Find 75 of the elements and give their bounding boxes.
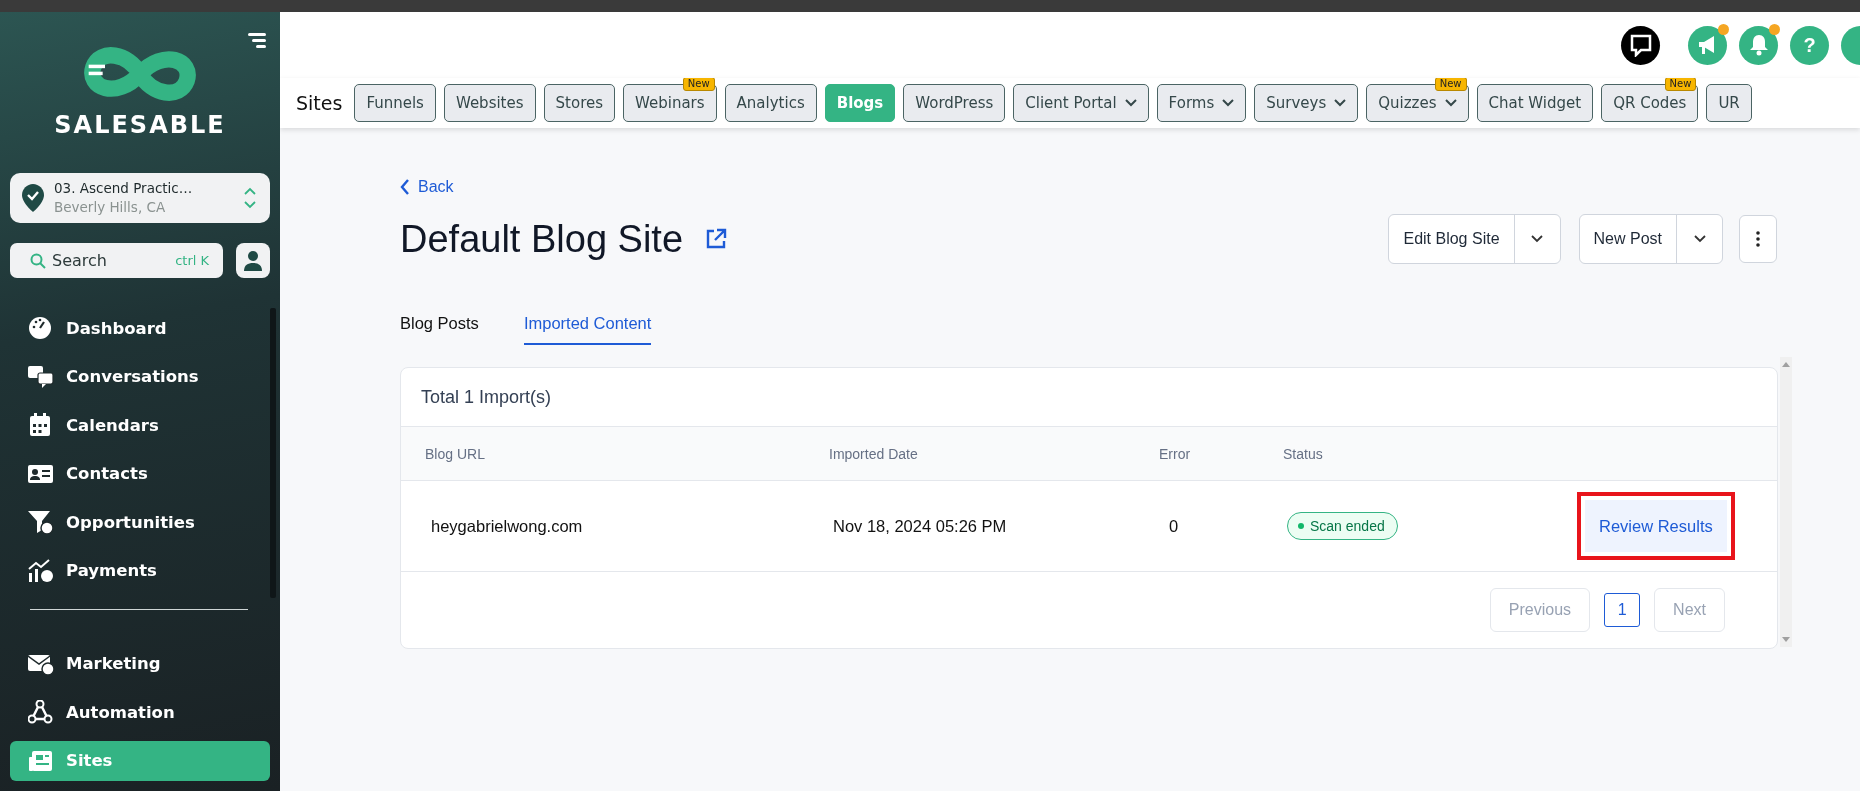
- sidebar-item[interactable]: Opportunities: [10, 502, 270, 542]
- shortcut-hint: ctrl K: [175, 253, 209, 268]
- menu-icon[interactable]: [248, 33, 266, 49]
- content-tab[interactable]: Blog Posts: [400, 314, 479, 345]
- automation-icon: [28, 700, 54, 724]
- nav-tab[interactable]: Websites: [443, 84, 536, 122]
- profile-button[interactable]: [236, 243, 270, 278]
- chevron-down-icon: [1531, 235, 1544, 243]
- new-badge: New: [1664, 78, 1697, 91]
- scroll-down-icon[interactable]: [1782, 637, 1790, 643]
- sidebar-item[interactable]: Automation: [10, 692, 270, 732]
- nav-tab[interactable]: UR: [1706, 84, 1752, 122]
- dashboard-icon: [28, 316, 54, 340]
- chat-icon: [28, 364, 54, 389]
- new-badge: New: [682, 78, 715, 91]
- chevron-updown-icon: [244, 187, 256, 209]
- location-switcher[interactable]: 03. Ascend Practic… Beverly Hills, CA: [10, 173, 270, 223]
- sidebar-item[interactable]: Dashboard: [10, 308, 270, 348]
- sidebar-item[interactable]: Marketing: [10, 643, 270, 684]
- chevron-down-icon: [1444, 99, 1457, 107]
- nav-tab[interactable]: Stores: [543, 84, 616, 122]
- location-pin-icon: [22, 184, 44, 212]
- nav-tab[interactable]: Surveys: [1254, 84, 1359, 122]
- column-header: Blog URL: [424, 445, 486, 462]
- more-button[interactable]: [1739, 215, 1777, 263]
- chevron-down-icon: [1693, 235, 1706, 243]
- table-cell-text: 0: [1168, 516, 1180, 536]
- person-icon: [244, 250, 262, 271]
- sidebar-item[interactable]: Conversations: [10, 356, 270, 397]
- scroll-up-icon[interactable]: [1782, 361, 1790, 367]
- nav-tab[interactable]: Forms: [1156, 84, 1247, 122]
- table-cell-text: Nov 18, 2024 05:26 PM: [832, 516, 1008, 536]
- external-link-icon[interactable]: [705, 228, 728, 250]
- bell-button[interactable]: [1739, 25, 1778, 65]
- review-results-button[interactable]: Review Results: [1585, 500, 1727, 552]
- more-icon: [1756, 231, 1760, 247]
- column-header: Imported Date: [829, 445, 919, 462]
- sites-icon: [28, 748, 54, 773]
- chat-button[interactable]: [1621, 25, 1660, 65]
- chevron-left-icon: [400, 179, 410, 195]
- column-header: Status: [1283, 445, 1324, 462]
- chat-bubble-icon: [1628, 33, 1653, 57]
- chevron-down-icon: [1334, 99, 1347, 107]
- action-button[interactable]: New Post: [1579, 215, 1676, 263]
- sidebar-item[interactable]: Contacts: [10, 453, 270, 494]
- status-badge: Scan ended: [1287, 512, 1398, 540]
- location-name: 03. Ascend Practic…: [54, 179, 194, 198]
- new-badge: New: [1434, 78, 1467, 91]
- nav-tab[interactable]: Client Portal: [1013, 84, 1149, 122]
- search-input[interactable]: Search: [52, 251, 132, 270]
- location-address: Beverly Hills, CA: [54, 198, 167, 217]
- chevron-down-icon: [1222, 99, 1235, 107]
- funnel-icon: [28, 510, 54, 534]
- section-title: Sites: [296, 92, 343, 114]
- brand-name: SALESABLE: [54, 111, 226, 139]
- bell-icon: [1748, 34, 1769, 56]
- nav-tab[interactable]: WordPress: [903, 84, 1006, 122]
- action-button[interactable]: Edit Blog Site: [1389, 215, 1514, 263]
- chevron-down-icon: [1124, 99, 1137, 107]
- search-icon: [30, 252, 46, 269]
- content-tab[interactable]: Imported Content: [523, 314, 652, 345]
- page-title: Default Blog Site: [400, 217, 684, 261]
- table-cell-text: heygabrielwong.com: [430, 516, 584, 536]
- nav-tab[interactable]: Chat Widget: [1476, 84, 1594, 122]
- megaphone-button[interactable]: [1688, 25, 1727, 65]
- scrollbar[interactable]: [1780, 357, 1792, 647]
- sidebar-item[interactable]: Payments: [10, 550, 270, 591]
- column-header: Error: [1158, 445, 1192, 462]
- sidebar-item[interactable]: Calendars: [10, 405, 270, 445]
- payments-icon: [28, 558, 54, 583]
- nav-tab[interactable]: Analytics: [724, 84, 817, 122]
- page-number-button[interactable]: 1: [1604, 593, 1641, 627]
- back-link[interactable]: Back: [400, 178, 454, 196]
- nav-tab[interactable]: Funnels: [354, 84, 436, 122]
- scrollbar[interactable]: [270, 308, 276, 598]
